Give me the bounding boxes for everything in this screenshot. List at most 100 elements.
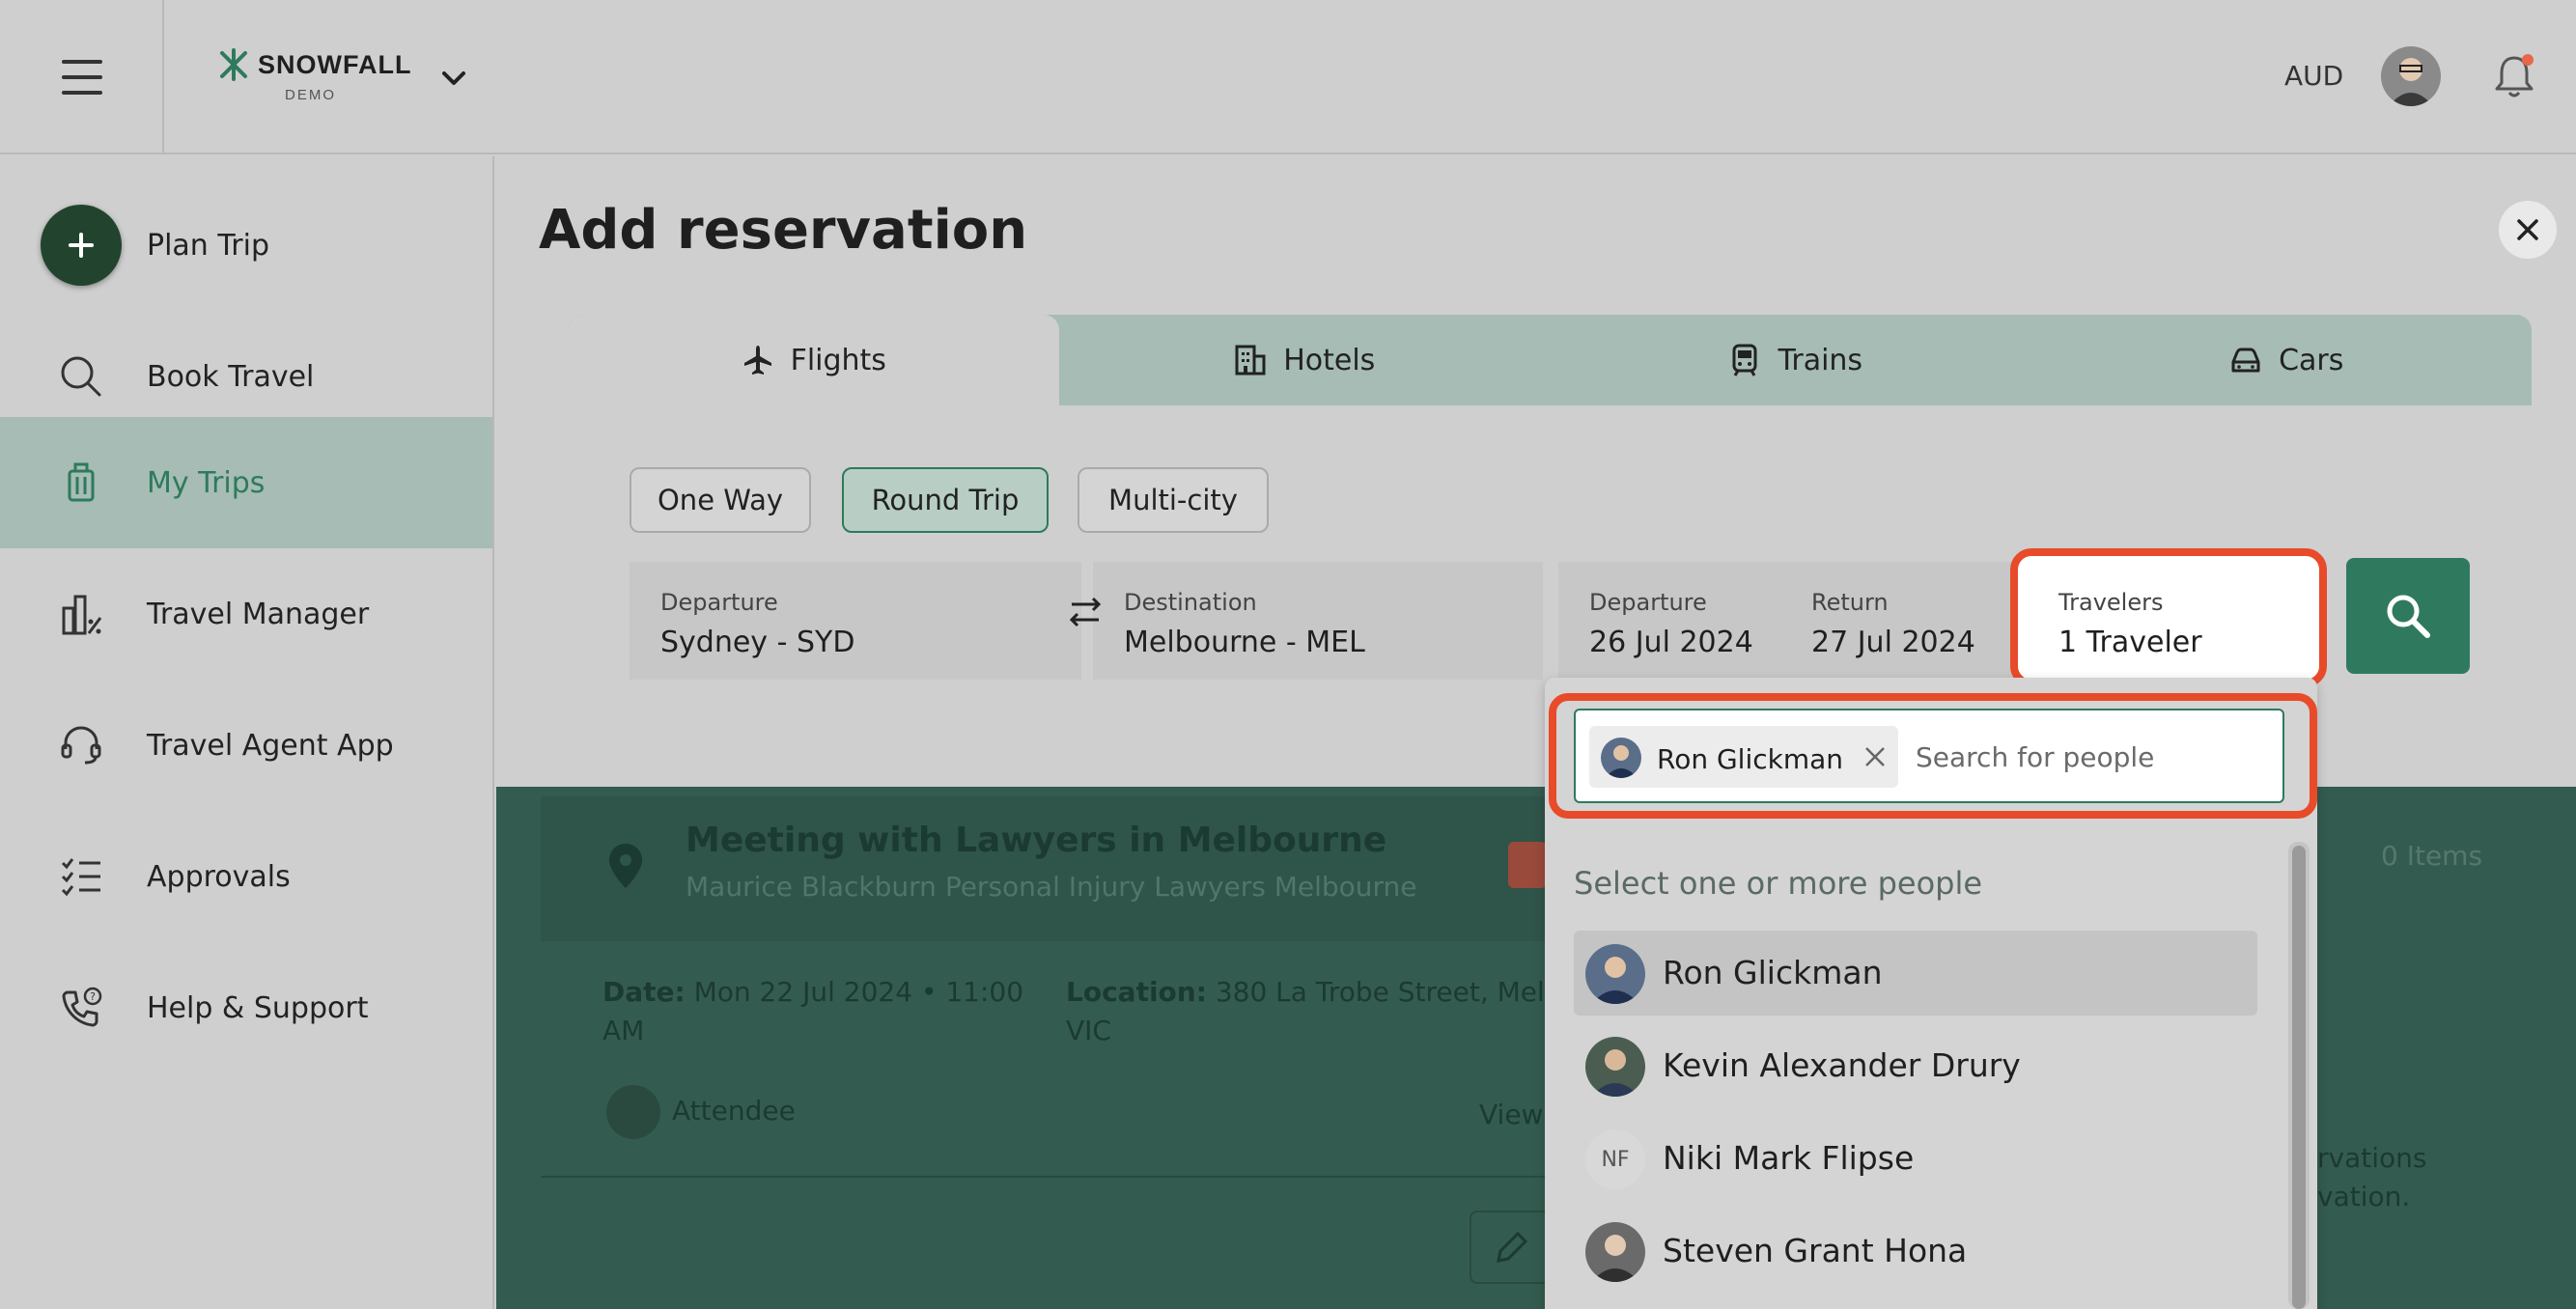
- departure-date-value: 26 Jul 2024: [1589, 626, 1753, 659]
- field-label: Destination: [1124, 589, 1257, 616]
- field-value: Sydney - SYD: [660, 626, 855, 659]
- departure-airport-field[interactable]: Departure Sydney - SYD: [630, 562, 1081, 680]
- people-list-heading: Select one or more people: [1574, 865, 1983, 902]
- field-label: Travelers: [2058, 589, 2164, 616]
- phone-question-icon: ?: [54, 981, 108, 1035]
- brand-logo[interactable]: SNOWFALL DEMO: [217, 48, 411, 103]
- user-avatar[interactable]: [2381, 46, 2441, 106]
- departure-date-label: Departure: [1589, 589, 1707, 616]
- person-option-steven-grant-hona[interactable]: Steven Grant Hona: [1574, 1209, 2257, 1294]
- divider: [541, 1176, 1545, 1178]
- sidebar: Plan Trip Book Travel My Trips Travel Ma…: [0, 156, 494, 1309]
- trip-title: Meeting with Lawyers in Melbourne: [686, 821, 1387, 860]
- trip-card-header[interactable]: [541, 796, 1545, 941]
- selected-person-chip[interactable]: Ron Glickman: [1589, 726, 1898, 788]
- train-icon: [1732, 344, 1757, 376]
- people-search-input[interactable]: [1916, 728, 2273, 786]
- person-name: Kevin Alexander Drury: [1663, 1046, 2021, 1084]
- person-name: Ron Glickman: [1663, 954, 1883, 991]
- search-button[interactable]: [2346, 558, 2470, 674]
- sidebar-item-label: My Trips: [147, 465, 266, 500]
- headset-icon: [54, 718, 108, 772]
- destination-airport-field[interactable]: Destination Melbourne - MEL: [1093, 562, 1543, 680]
- items-count: 0 Items: [2381, 840, 2483, 872]
- reservation-tabs: Flights Hotels Trains Cars: [568, 315, 2532, 405]
- sidebar-item-travel-agent-app[interactable]: Travel Agent App: [0, 680, 492, 811]
- tab-trains[interactable]: Trains: [1550, 315, 2041, 405]
- search-icon: [54, 349, 108, 404]
- checklist-icon: [54, 849, 108, 904]
- reservation-note: rvations vation.: [2317, 1142, 2427, 1212]
- top-bar: SNOWFALL DEMO AUD: [0, 0, 2576, 154]
- person-name: Steven Grant Hona: [1663, 1232, 1968, 1269]
- remove-chip-icon[interactable]: [1862, 743, 1889, 770]
- chip-name: Ron Glickman: [1657, 743, 1844, 775]
- plane-icon: [743, 346, 771, 375]
- snowflake-logo-icon: [220, 48, 247, 81]
- menu-container: [0, 0, 164, 154]
- currency-selector[interactable]: AUD: [2284, 60, 2343, 92]
- person-option-niki-mark-flipse[interactable]: NF Niki Mark Flipse: [1574, 1116, 2257, 1201]
- field-value: 1 Traveler: [2058, 626, 2202, 659]
- close-button[interactable]: [2499, 201, 2557, 259]
- search-icon: [2387, 595, 2430, 638]
- travelers-field[interactable]: Travelers 1 Traveler: [2010, 548, 2327, 687]
- sidebar-item-my-trips[interactable]: My Trips: [0, 417, 492, 548]
- sidebar-item-label: Book Travel: [147, 359, 315, 394]
- attendee-avatar: [606, 1085, 660, 1139]
- svg-text:?: ?: [90, 990, 96, 1003]
- tab-flights[interactable]: Flights: [568, 315, 1059, 405]
- swap-arrows-icon[interactable]: [1064, 591, 1106, 633]
- person-name: Niki Mark Flipse: [1663, 1139, 1915, 1177]
- brand-subtitle: DEMO: [285, 87, 336, 103]
- status-badge: [1508, 842, 1547, 888]
- sidebar-item-label: Help & Support: [147, 990, 369, 1025]
- sidebar-item-label: Travel Manager: [147, 597, 370, 631]
- attendee-label: Attendee: [672, 1095, 796, 1127]
- trip-location: Location: 380 La Trobe Street, Melbo VIC: [1066, 976, 1579, 1046]
- car-icon: [2231, 348, 2260, 373]
- trip-date: Date: Mon 22 Jul 2024 • 11:00 AM: [602, 976, 1024, 1046]
- person-option-ron-glickman[interactable]: Ron Glickman: [1574, 931, 2257, 1016]
- people-list-scrollbar[interactable]: [2288, 842, 2310, 1309]
- pencil-icon: [1497, 1231, 1528, 1263]
- brand-name: SNOWFALL: [258, 49, 412, 79]
- people-search-box[interactable]: Ron Glickman: [1574, 709, 2284, 803]
- return-date-value: 27 Jul 2024: [1811, 626, 1975, 659]
- trip-type-round-trip[interactable]: Round Trip: [842, 467, 1049, 533]
- tab-hotels[interactable]: Hotels: [1059, 315, 1551, 405]
- chip-avatar: [1601, 738, 1641, 778]
- sidebar-item-approvals[interactable]: Approvals: [0, 811, 492, 942]
- notification-bell-icon[interactable]: [2491, 50, 2537, 100]
- page-title: Add reservation: [539, 199, 1028, 262]
- buildings-chart-icon: [54, 587, 108, 641]
- sidebar-item-label: Travel Agent App: [147, 728, 394, 763]
- sidebar-item-label: Approvals: [147, 859, 291, 894]
- sidebar-item-help-support[interactable]: ? Help & Support: [0, 942, 492, 1073]
- edit-button[interactable]: [1470, 1211, 1551, 1284]
- location-pin-icon: [609, 844, 642, 888]
- field-label: Departure: [660, 589, 778, 616]
- tab-cars[interactable]: Cars: [2041, 315, 2533, 405]
- person-option-kevin-alexander-drury[interactable]: Kevin Alexander Drury: [1574, 1023, 2257, 1108]
- field-value: Melbourne - MEL: [1124, 626, 1365, 659]
- person-initials-avatar: NF: [1585, 1129, 1645, 1189]
- trip-type-one-way[interactable]: One Way: [630, 467, 811, 533]
- trip-subtitle: Maurice Blackburn Personal Injury Lawyer…: [686, 871, 1417, 903]
- sidebar-item-travel-manager[interactable]: Travel Manager: [0, 548, 492, 680]
- luggage-icon: [54, 456, 108, 510]
- person-avatar: [1585, 944, 1645, 1004]
- date-range-field[interactable]: Departure 26 Jul 2024 Return 27 Jul 2024: [1558, 562, 2022, 680]
- return-date-label: Return: [1811, 589, 1889, 616]
- trip-type-multi-city[interactable]: Multi-city: [1078, 467, 1269, 533]
- plus-icon: [41, 205, 122, 286]
- view-link[interactable]: View: [1479, 1099, 1543, 1130]
- person-avatar: [1585, 1222, 1645, 1282]
- hotel-icon: [1235, 345, 1266, 376]
- hamburger-menu-icon[interactable]: [62, 60, 102, 95]
- sidebar-item-plan-trip[interactable]: Plan Trip: [0, 180, 492, 311]
- scrollbar-thumb[interactable]: [2292, 846, 2306, 1309]
- person-avatar: [1585, 1037, 1645, 1097]
- sidebar-item-label: Plan Trip: [147, 228, 269, 263]
- chevron-down-icon[interactable]: [437, 62, 470, 95]
